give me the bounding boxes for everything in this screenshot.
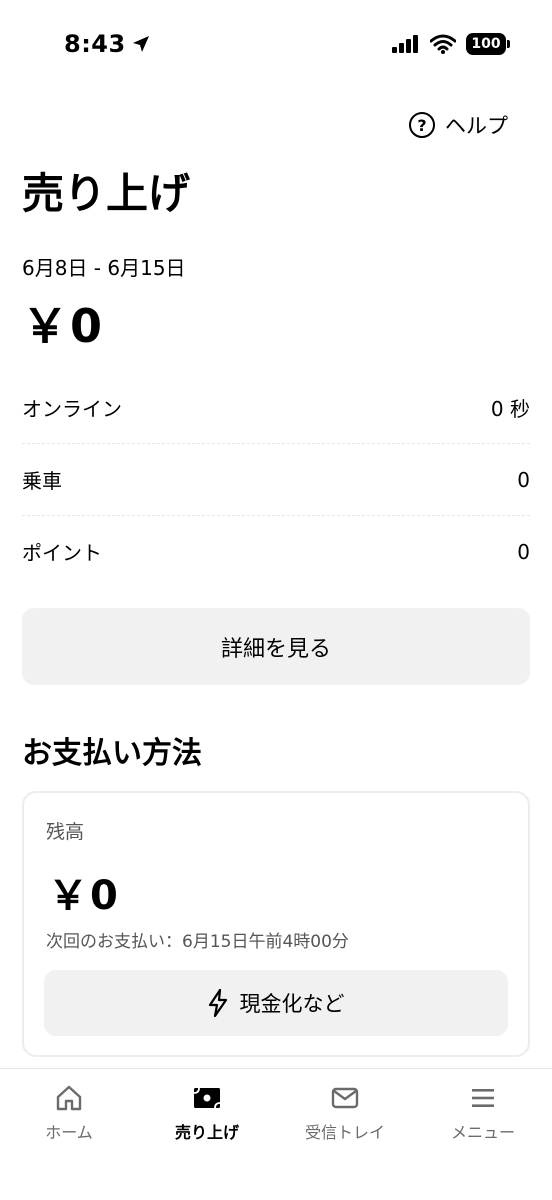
tab-label: メニュー bbox=[450, 1123, 515, 1142]
stat-value: 0 bbox=[517, 539, 530, 564]
question-circle-icon: ? bbox=[409, 112, 435, 138]
tab-inbox[interactable]: 受信トレイ bbox=[276, 1083, 414, 1143]
tab-label: ホーム bbox=[45, 1123, 93, 1142]
help-button[interactable]: ? ヘルプ bbox=[409, 110, 508, 140]
cash-out-label: 現金化など bbox=[239, 992, 345, 1016]
balance-amount: ￥0 bbox=[48, 873, 120, 919]
balance-card: 残高 ￥0 次回のお支払い：6月15日午前4時00分 現金化など bbox=[22, 791, 530, 1057]
status-time: 8:43 bbox=[64, 30, 150, 58]
location-arrow-icon bbox=[132, 36, 149, 52]
battery-level: 100 bbox=[471, 36, 501, 52]
stat-row-rides: 乗車 0 bbox=[22, 443, 530, 515]
status-bar: 8:43 100 bbox=[0, 0, 552, 90]
status-time-text: 8:43 bbox=[64, 30, 126, 58]
menu-icon bbox=[468, 1083, 498, 1113]
bottom-tab-bar: ホーム 売り上げ 受信トレイ メニュー bbox=[0, 1068, 552, 1200]
inbox-icon bbox=[330, 1083, 360, 1113]
view-details-button[interactable]: 詳細を見る bbox=[22, 608, 530, 685]
status-indicators: 100 bbox=[392, 33, 510, 55]
earnings-icon bbox=[192, 1083, 222, 1113]
tab-menu[interactable]: メニュー bbox=[414, 1083, 552, 1143]
next-payout-text: 次回のお支払い：6月15日午前4時00分 bbox=[46, 932, 349, 952]
lightning-icon bbox=[208, 989, 227, 1017]
tab-earnings[interactable]: 売り上げ bbox=[138, 1083, 276, 1143]
stat-label: 乗車 bbox=[22, 469, 62, 493]
cash-out-button[interactable]: 現金化など bbox=[44, 970, 508, 1036]
earnings-total: ￥0 bbox=[22, 299, 105, 353]
payment-methods-title: お支払い方法 bbox=[22, 736, 202, 771]
help-label: ヘルプ bbox=[445, 114, 508, 138]
balance-label: 残高 bbox=[46, 821, 85, 843]
page-title: 売り上げ bbox=[22, 169, 191, 218]
tab-label: 売り上げ bbox=[174, 1123, 239, 1142]
stat-row-points: ポイント 0 bbox=[22, 515, 530, 587]
stat-value: 0 bbox=[517, 467, 530, 492]
home-icon bbox=[54, 1083, 84, 1113]
stat-value: 0 秒 bbox=[490, 396, 530, 421]
stat-label: オンライン bbox=[22, 396, 122, 421]
tab-label: 受信トレイ bbox=[304, 1123, 385, 1142]
battery-icon: 100 bbox=[466, 33, 510, 55]
wifi-icon bbox=[430, 34, 456, 54]
tab-home[interactable]: ホーム bbox=[0, 1083, 138, 1143]
cellular-signal-icon bbox=[392, 35, 418, 53]
stat-label: ポイント bbox=[22, 541, 102, 565]
date-range[interactable]: 6月8日 - 6月15日 bbox=[22, 252, 186, 281]
stat-row-online: オンライン 0 秒 bbox=[22, 371, 530, 443]
